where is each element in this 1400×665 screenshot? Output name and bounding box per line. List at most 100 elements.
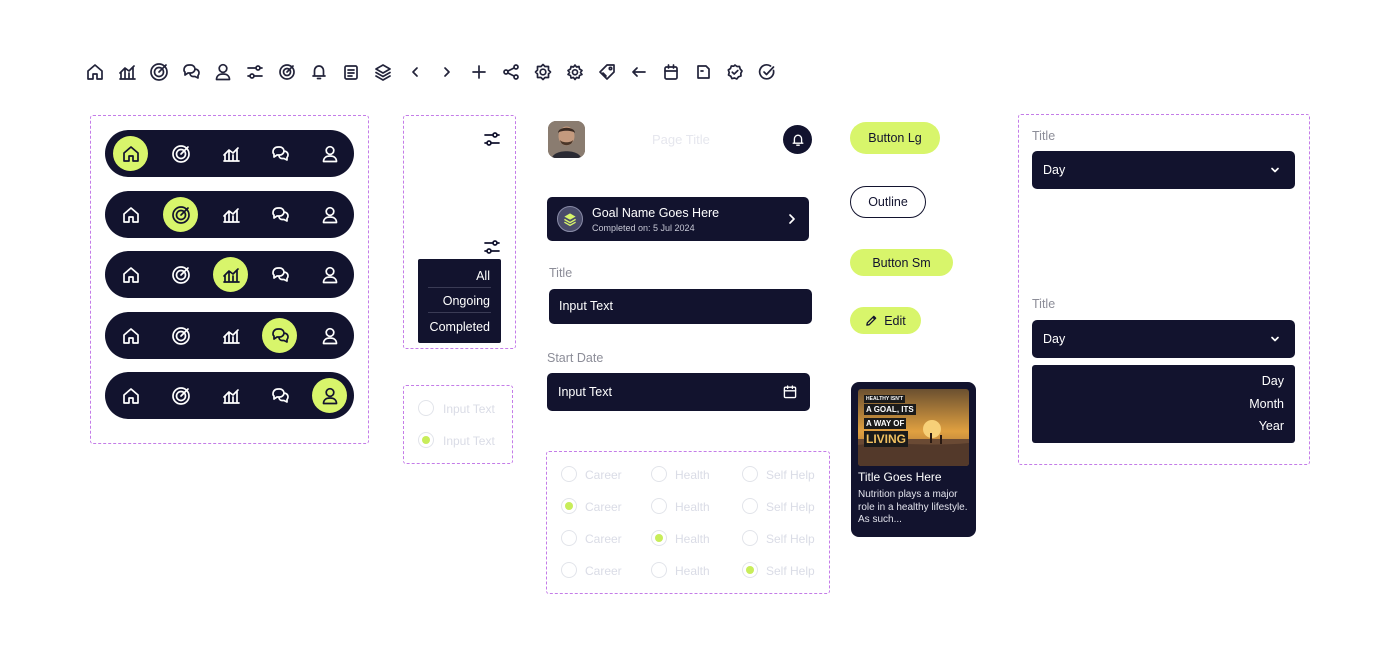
button-small[interactable]: Button Sm	[850, 249, 953, 276]
radio-button[interactable]	[651, 466, 667, 482]
nav-item-target[interactable]	[163, 257, 198, 292]
chevron-right-icon	[785, 211, 799, 227]
nav-item-home[interactable]	[113, 318, 148, 353]
nav-item-user[interactable]	[312, 257, 347, 292]
calendar-icon[interactable]	[782, 384, 798, 400]
nav-item-chat[interactable]	[262, 136, 297, 171]
filter-option-completed[interactable]: Completed	[430, 320, 490, 334]
target-icon	[171, 326, 191, 346]
article-title: Title Goes Here	[858, 470, 942, 484]
radio-button[interactable]	[742, 530, 758, 546]
chart-icon	[221, 144, 241, 164]
start-date-input[interactable]: Input Text	[547, 373, 810, 411]
share-icon[interactable]	[501, 62, 521, 82]
home-icon	[121, 205, 141, 225]
nav-item-chart[interactable]	[213, 318, 248, 353]
chat-icon	[270, 205, 290, 225]
nav-item-home[interactable]	[113, 378, 148, 413]
plus-icon[interactable]	[469, 62, 489, 82]
dropdown-option-year[interactable]: Year	[1259, 419, 1284, 433]
layers-icon[interactable]	[373, 62, 393, 82]
radio-button[interactable]	[418, 400, 434, 416]
arrow-left-icon[interactable]	[629, 62, 649, 82]
calendar-icon[interactable]	[661, 62, 681, 82]
dropdown-value: Day	[1043, 332, 1066, 346]
nav-item-chat[interactable]	[262, 257, 297, 292]
home-icon	[121, 144, 141, 164]
title-field-label: Title	[549, 266, 573, 280]
filter-option-all[interactable]: All	[476, 269, 490, 283]
title-input[interactable]: Input Text	[549, 289, 812, 324]
dropdown-select-open[interactable]: Day	[1032, 320, 1295, 358]
edit-button-label: Edit	[884, 313, 906, 328]
nav-item-user[interactable]	[312, 318, 347, 353]
article-card[interactable]: HEALTHY ISN'T A GOAL, ITS A WAY OF LIVIN…	[851, 382, 976, 537]
user-icon[interactable]	[213, 62, 233, 82]
chart-icon[interactable]	[117, 62, 137, 82]
nav-item-chat[interactable]	[262, 197, 297, 232]
filter-option-ongoing[interactable]: Ongoing	[443, 294, 490, 308]
goal-card[interactable]: Goal Name Goes Here Completed on: 5 Jul …	[547, 197, 809, 241]
article-image-text: LIVING	[864, 431, 909, 447]
dropdown-option-day[interactable]: Day	[1262, 374, 1284, 388]
button-large[interactable]: Button Lg	[850, 122, 940, 154]
nav-item-chart[interactable]	[213, 136, 248, 171]
chevron-left-icon[interactable]	[405, 62, 425, 82]
nav-item-home[interactable]	[113, 197, 148, 232]
avatar[interactable]	[548, 121, 585, 158]
nav-item-user[interactable]	[312, 197, 347, 232]
start-date-label: Start Date	[547, 351, 604, 365]
radio-button[interactable]	[742, 466, 758, 482]
radio-button[interactable]	[742, 498, 758, 514]
user-icon	[320, 326, 340, 346]
sliders-icon[interactable]	[245, 62, 265, 82]
dropdown-select[interactable]: Day	[1032, 151, 1295, 189]
target-small-icon[interactable]	[277, 62, 297, 82]
check-circle-icon[interactable]	[757, 62, 777, 82]
home-icon[interactable]	[85, 62, 105, 82]
gear-icon[interactable]	[565, 62, 585, 82]
nav-item-target[interactable]	[163, 318, 198, 353]
document-icon[interactable]	[341, 62, 361, 82]
filter-divider	[428, 287, 491, 288]
radio-button[interactable]	[651, 498, 667, 514]
filter-open-icon[interactable]	[482, 237, 502, 257]
radio-button[interactable]	[561, 562, 577, 578]
nav-item-chart[interactable]	[213, 197, 248, 232]
nav-item-chat[interactable]	[262, 318, 297, 353]
settings-icon[interactable]	[533, 62, 553, 82]
nav-item-target[interactable]	[163, 136, 198, 171]
nav-item-user[interactable]	[312, 378, 347, 413]
start-date-value: Input Text	[558, 385, 612, 399]
radio-button[interactable]	[561, 530, 577, 546]
radio-button-selected[interactable]	[561, 498, 577, 514]
radio-button-selected[interactable]	[418, 432, 434, 448]
nav-item-home[interactable]	[113, 136, 148, 171]
nav-item-user[interactable]	[312, 136, 347, 171]
nav-item-chat[interactable]	[262, 378, 297, 413]
notification-button[interactable]	[783, 125, 812, 154]
nav-item-chart[interactable]	[213, 257, 248, 292]
chat-icon[interactable]	[181, 62, 201, 82]
radio-button-selected[interactable]	[742, 562, 758, 578]
file-icon[interactable]	[693, 62, 713, 82]
radio-button-selected[interactable]	[651, 530, 667, 546]
badge-check-icon[interactable]	[725, 62, 745, 82]
chat-icon	[270, 144, 290, 164]
nav-item-chart[interactable]	[213, 378, 248, 413]
target-icon[interactable]	[149, 62, 169, 82]
filter-icon[interactable]	[482, 129, 502, 149]
edit-button[interactable]: Edit	[850, 307, 921, 334]
button-outline[interactable]: Outline	[850, 186, 926, 218]
nav-item-home[interactable]	[113, 257, 148, 292]
bell-icon[interactable]	[309, 62, 329, 82]
nav-item-target[interactable]	[163, 378, 198, 413]
radio-button[interactable]	[561, 466, 577, 482]
tag-icon[interactable]	[597, 62, 617, 82]
dropdown-option-month[interactable]: Month	[1249, 397, 1284, 411]
radio-button[interactable]	[651, 562, 667, 578]
user-icon	[320, 265, 340, 285]
chevron-right-icon[interactable]	[437, 62, 457, 82]
nav-item-target[interactable]	[163, 197, 198, 232]
bottom-nav-bar	[105, 312, 354, 359]
